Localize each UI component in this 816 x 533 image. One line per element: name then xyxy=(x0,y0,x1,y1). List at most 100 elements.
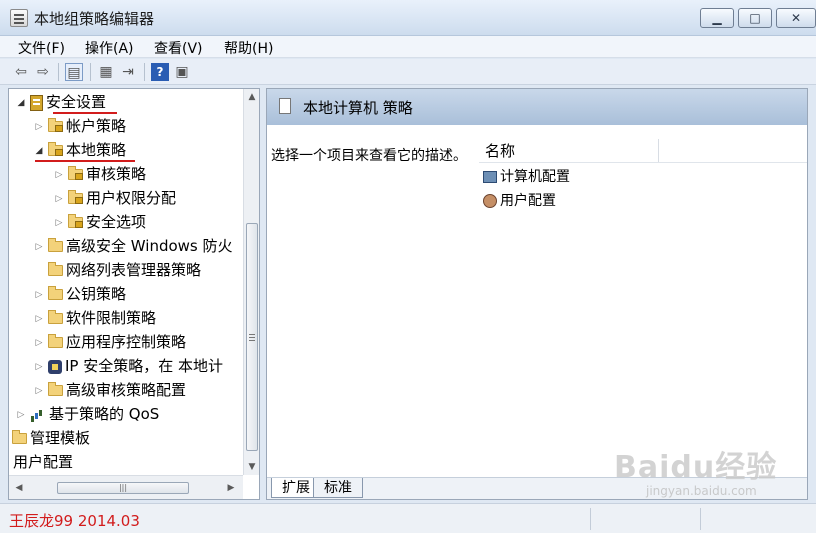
collapsed-arrow-icon[interactable]: ▷ xyxy=(33,380,45,402)
tree-item-advanced-audit[interactable]: ▷ 高级审核策略配置 xyxy=(33,379,186,401)
toolbar-separator xyxy=(58,63,59,81)
tree-item-user-configuration[interactable]: 用户配置 xyxy=(13,451,73,473)
tree-item-label: 应用程序控制策略 xyxy=(66,333,187,351)
export-list-icon[interactable]: ⇥ xyxy=(119,63,137,81)
show-action-pane-icon[interactable]: ▣ xyxy=(173,63,191,81)
help-icon[interactable]: ? xyxy=(151,63,169,81)
folder-icon xyxy=(48,382,63,396)
folder-icon xyxy=(48,286,63,300)
tree-item-admin-templates[interactable]: 管理模板 xyxy=(9,427,90,449)
list-item-computer-config[interactable]: 计算机配置 xyxy=(483,166,570,188)
lock-folder-icon xyxy=(48,142,63,156)
tree-item-account-policies[interactable]: ▷ 帐户策略 xyxy=(33,115,126,137)
menu-action[interactable]: 操作(A) xyxy=(85,38,134,58)
tree-item-label: 用户配置 xyxy=(13,453,74,471)
folder-icon xyxy=(48,262,63,276)
menu-help[interactable]: 帮助(H) xyxy=(224,38,273,58)
tree-item-network-list[interactable]: 网络列表管理器策略 xyxy=(33,259,201,281)
scroll-up-icon[interactable]: ▲ xyxy=(244,89,260,105)
scroll-right-icon[interactable]: ▶ xyxy=(223,480,239,496)
tab-standard[interactable]: 标准 xyxy=(313,478,363,498)
back-arrow-icon[interactable]: ⇦ xyxy=(12,63,30,81)
forward-arrow-icon[interactable]: ⇨ xyxy=(34,63,52,81)
tree-item-label: IP 安全策略，在 本地计 xyxy=(65,357,224,375)
tree-item-label: 审核策略 xyxy=(86,165,147,183)
scroll-thumb[interactable] xyxy=(246,223,258,451)
folder-icon xyxy=(48,238,63,252)
tree-item-label: 本地策略 xyxy=(66,141,127,159)
tree-item-public-key[interactable]: ▷ 公钥策略 xyxy=(33,283,126,305)
tree-item-local-policies[interactable]: ◢ 本地策略 xyxy=(33,139,126,161)
minimize-button[interactable]: ▁ xyxy=(700,8,734,28)
menu-file[interactable]: 文件(F) xyxy=(18,38,65,58)
toolbar-separator xyxy=(144,63,145,81)
menu-view[interactable]: 查看(V) xyxy=(154,38,203,58)
collapsed-arrow-icon[interactable]: ▷ xyxy=(15,404,27,426)
maximize-button[interactable]: □ xyxy=(738,8,772,28)
red-annotation-underline xyxy=(53,112,117,114)
collapsed-arrow-icon[interactable]: ▷ xyxy=(33,116,45,138)
tree-item-ip-security[interactable]: ▷ IP 安全策略，在 本地计 xyxy=(33,355,223,377)
tree-item-label: 安全设置 xyxy=(46,93,107,111)
author-annotation: 王辰龙99 2014.03 xyxy=(9,512,140,530)
column-divider xyxy=(479,162,807,163)
tree-item-user-rights[interactable]: ▷ 用户权限分配 xyxy=(53,187,176,209)
tree-item-qos[interactable]: ▷ 基于策略的 QoS xyxy=(15,403,160,426)
tree-item-label: 安全选项 xyxy=(86,213,147,231)
tree-item-label: 高级安全 Windows 防火 xyxy=(66,237,233,255)
tree-item-security-options[interactable]: ▷ 安全选项 xyxy=(53,211,146,233)
lock-folder-icon xyxy=(68,190,83,204)
collapsed-arrow-icon[interactable]: ▷ xyxy=(33,308,45,330)
expanded-arrow-icon[interactable]: ◢ xyxy=(33,140,45,162)
scroll-left-icon[interactable]: ◀ xyxy=(11,480,27,496)
status-bar: 王辰龙99 2014.03 xyxy=(0,503,816,533)
tree-item-firewall[interactable]: ▷ 高级安全 Windows 防火 xyxy=(33,235,233,257)
show-hide-tree-icon[interactable]: ▤ xyxy=(65,63,83,81)
tree-item-label: 基于策略的 QoS xyxy=(49,405,160,423)
tree-item-app-control[interactable]: ▷ 应用程序控制策略 xyxy=(33,331,186,353)
user-icon xyxy=(483,194,497,208)
collapsed-arrow-icon[interactable]: ▷ xyxy=(53,164,65,186)
folder-icon xyxy=(48,334,63,348)
tree-item-audit-policy[interactable]: ▷ 审核策略 xyxy=(53,163,146,185)
scroll-down-icon[interactable]: ▼ xyxy=(244,459,260,475)
list-item-user-config[interactable]: 用户配置 xyxy=(483,190,556,212)
horizontal-scroll-thumb[interactable]: ||| xyxy=(57,482,189,494)
lock-folder-icon xyxy=(68,214,83,228)
collapsed-arrow-icon[interactable]: ▷ xyxy=(33,236,45,258)
collapsed-arrow-icon[interactable]: ▷ xyxy=(33,356,45,378)
details-pane: 本地计算机 策略 选择一个项目来查看它的描述。 名称 计算机配置 用户配置 扩展… xyxy=(266,88,808,500)
column-header-name[interactable]: 名称 xyxy=(479,139,659,163)
watermark-url: jingyan.baidu.com xyxy=(646,484,757,498)
red-annotation-underline xyxy=(35,160,135,162)
collapsed-arrow-icon[interactable]: ▷ xyxy=(33,284,45,306)
lock-folder-icon xyxy=(68,166,83,180)
status-divider xyxy=(700,508,701,530)
collapsed-arrow-icon[interactable]: ▷ xyxy=(53,188,65,210)
details-header: 本地计算机 策略 xyxy=(267,89,807,125)
tree-pane: ◢ 安全设置 ▷ 帐户策略 ◢ 本地策略 ▷ 审核策略 ▷ 用户权限分配 ▷ 安全选项 ▷ 高… xyxy=(8,88,260,500)
toolbar: ⇦ ⇨ ▤ ▦ ⇥ ? ▣ xyxy=(0,59,816,85)
title-bar: 本地组策略编辑器 ▁ □ ✕ xyxy=(0,0,816,36)
close-button[interactable]: ✕ xyxy=(776,8,816,28)
properties-icon[interactable]: ▦ xyxy=(97,63,115,81)
computer-icon xyxy=(483,171,497,183)
tree-item-software-restriction[interactable]: ▷ 软件限制策略 xyxy=(33,307,156,329)
column-header-blank xyxy=(659,139,807,163)
collapsed-arrow-icon[interactable]: ▷ xyxy=(53,212,65,234)
vertical-scrollbar[interactable]: ▲ ▼ xyxy=(243,89,259,475)
collapsed-arrow-icon[interactable]: ▷ xyxy=(33,332,45,354)
details-header-title: 本地计算机 策略 xyxy=(303,99,413,117)
menu-bar: 文件(F) 操作(A) 查看(V) 帮助(H) xyxy=(0,36,816,58)
security-icon xyxy=(30,94,43,111)
tree-item-label: 帐户策略 xyxy=(66,117,127,135)
tree-item-label: 管理模板 xyxy=(30,429,91,447)
tree-item-security-settings[interactable]: ◢ 安全设置 xyxy=(15,91,106,113)
folder-icon xyxy=(12,430,27,444)
toolbar-separator xyxy=(90,63,91,81)
horizontal-scrollbar[interactable]: ◀ ||| ▶ xyxy=(9,475,243,499)
grip-icon xyxy=(249,334,255,335)
expanded-arrow-icon[interactable]: ◢ xyxy=(15,92,27,114)
qos-icon xyxy=(30,408,46,422)
list-item-label: 用户配置 xyxy=(500,193,556,209)
